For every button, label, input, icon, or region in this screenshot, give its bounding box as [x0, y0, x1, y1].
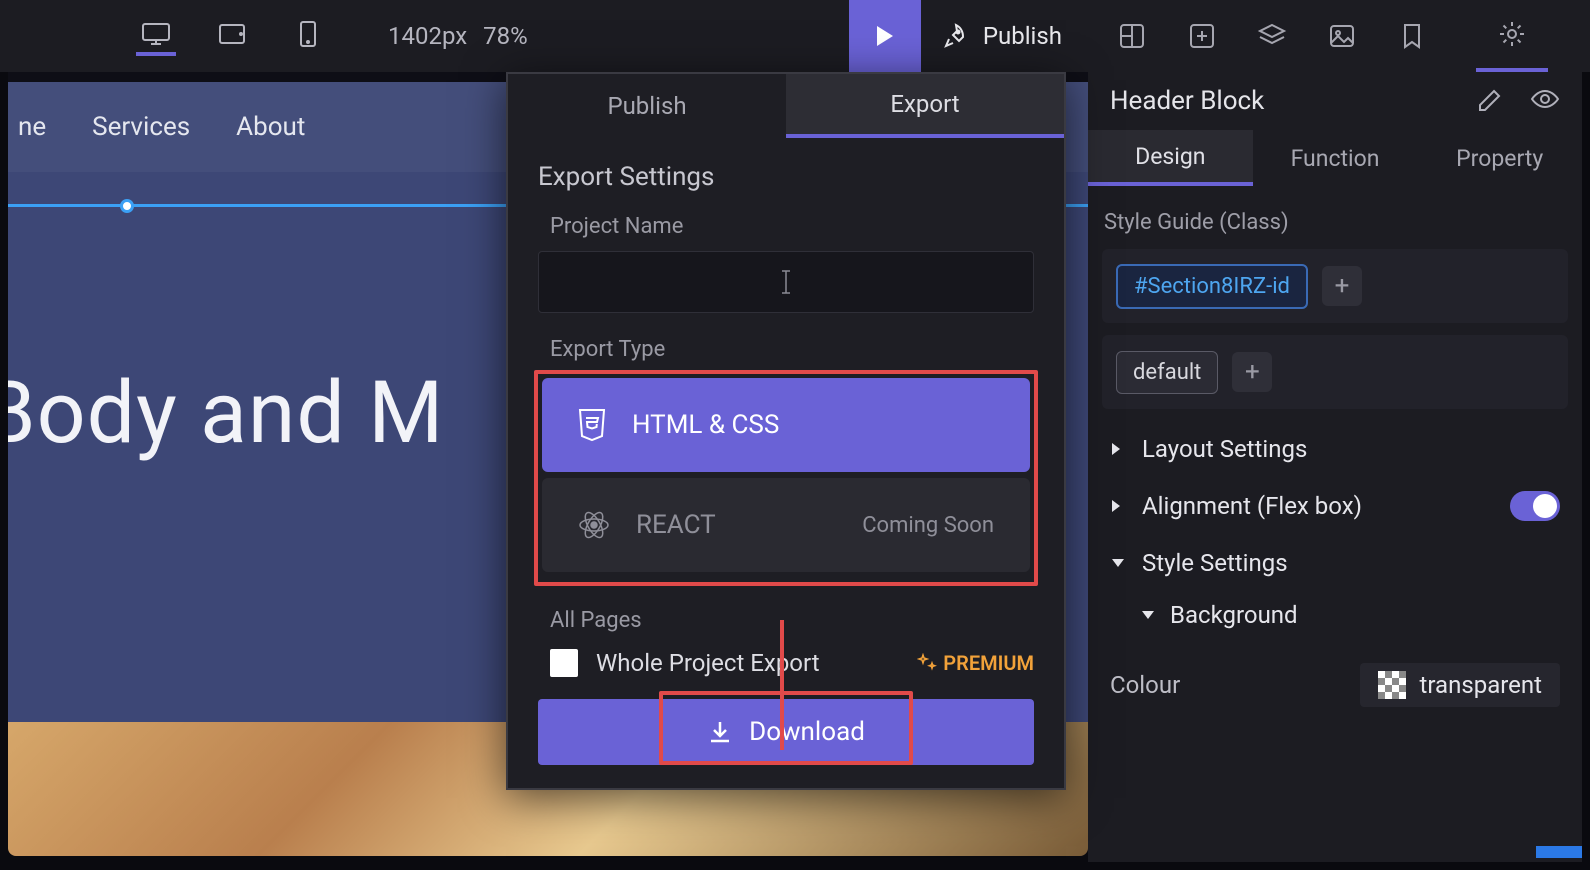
- layout-settings-accordion[interactable]: Layout Settings: [1102, 421, 1568, 477]
- settings-icon[interactable]: [1476, 0, 1548, 72]
- sparkle-icon: [917, 653, 937, 673]
- publish-label: Publish: [983, 22, 1062, 50]
- background-colour-row: Colour transparent: [1102, 639, 1568, 731]
- add-class-button[interactable]: +: [1322, 266, 1362, 306]
- style-settings-accordion[interactable]: Style Settings: [1102, 535, 1568, 591]
- colour-field[interactable]: transparent: [1360, 663, 1560, 707]
- edit-icon[interactable]: [1476, 88, 1502, 114]
- tab-function[interactable]: Function: [1253, 130, 1418, 186]
- react-icon: [576, 507, 612, 543]
- selection-handle[interactable]: [120, 199, 134, 213]
- download-button[interactable]: Download: [538, 699, 1034, 765]
- html5-icon: [576, 407, 608, 443]
- react-coming-soon-badge: Coming Soon: [862, 513, 994, 538]
- chevron-right-icon: [1110, 441, 1124, 457]
- whole-project-label: Whole Project Export: [596, 649, 820, 677]
- transparent-swatch-icon: [1378, 671, 1406, 699]
- device-tablet-button[interactable]: [212, 16, 252, 56]
- viewport-width: 1402px: [388, 22, 467, 50]
- popup-tabs: Publish Export: [508, 74, 1064, 138]
- annotation-connector: [780, 620, 784, 750]
- export-type-react-label: REACT: [636, 510, 716, 540]
- class-tag-box-1: #Section8IRZ-id +: [1102, 249, 1568, 323]
- text-cursor-icon: [778, 269, 794, 295]
- visibility-icon[interactable]: [1530, 88, 1560, 114]
- inspector-panel: Header Block Design Function Property St…: [1088, 72, 1582, 862]
- all-pages-label: All Pages: [550, 608, 1034, 633]
- background-accordion[interactable]: Background: [1102, 591, 1568, 639]
- chevron-down-icon: [1110, 557, 1124, 569]
- rocket-icon: [943, 23, 969, 49]
- alignment-toggle[interactable]: [1510, 491, 1560, 521]
- export-type-html-label: HTML & CSS: [632, 410, 779, 440]
- top-toolbar: 1402px 78% Publish: [0, 0, 1590, 72]
- hero-heading-fragment[interactable]: Body and M: [8, 362, 444, 463]
- right-toolbar: [1090, 0, 1574, 72]
- add-icon[interactable]: [1186, 20, 1218, 52]
- tab-design[interactable]: Design: [1088, 130, 1253, 186]
- publish-button[interactable]: Publish: [921, 0, 1090, 72]
- preview-button[interactable]: [849, 0, 921, 72]
- export-type-react-button: REACT Coming Soon: [542, 478, 1030, 572]
- tab-export[interactable]: Export: [786, 74, 1064, 138]
- style-guide-label: Style Guide (Class): [1104, 210, 1568, 235]
- inspector-tabs: Design Function Property: [1088, 130, 1582, 186]
- chevron-right-icon: [1110, 498, 1124, 514]
- download-label: Download: [749, 717, 865, 747]
- scroll-indicator: [1536, 846, 1582, 858]
- selected-block-title: Header Block: [1110, 86, 1460, 116]
- device-switcher: [136, 16, 328, 56]
- download-icon: [707, 719, 733, 745]
- image-icon[interactable]: [1326, 20, 1358, 52]
- nav-about[interactable]: About: [236, 112, 305, 142]
- zoom-level: 78%: [483, 22, 528, 50]
- add-class-button-2[interactable]: +: [1232, 352, 1272, 392]
- alignment-accordion[interactable]: Alignment (Flex box): [1102, 477, 1568, 535]
- section-id-tag[interactable]: #Section8IRZ-id: [1116, 264, 1308, 309]
- export-type-label: Export Type: [538, 337, 1034, 362]
- chevron-down-icon: [1140, 609, 1156, 621]
- premium-badge: PREMIUM: [917, 651, 1034, 675]
- export-type-html-button[interactable]: HTML & CSS: [542, 378, 1030, 472]
- device-desktop-button[interactable]: [136, 16, 176, 56]
- nav-services[interactable]: Services: [92, 112, 190, 142]
- project-name-input[interactable]: [538, 251, 1034, 313]
- tab-property[interactable]: Property: [1417, 130, 1582, 186]
- default-tag[interactable]: default: [1116, 351, 1218, 394]
- class-tag-box-2: default +: [1102, 335, 1568, 409]
- nav-home-partial[interactable]: ne: [18, 112, 46, 142]
- whole-project-row: Whole Project Export PREMIUM: [538, 649, 1034, 677]
- colour-label: Colour: [1110, 671, 1180, 699]
- layers-icon[interactable]: [1256, 20, 1288, 52]
- tab-publish[interactable]: Publish: [508, 74, 786, 138]
- bookmark-icon[interactable]: [1396, 20, 1428, 52]
- viewport-info: 1402px 78%: [388, 22, 528, 50]
- publish-export-popup: Publish Export Export Settings Project N…: [506, 72, 1066, 790]
- export-settings-heading: Export Settings: [538, 162, 1034, 192]
- whole-project-checkbox[interactable]: [550, 649, 578, 677]
- panels-icon[interactable]: [1116, 20, 1148, 52]
- colour-value: transparent: [1420, 671, 1542, 699]
- project-name-label: Project Name: [538, 214, 1034, 239]
- device-mobile-button[interactable]: [288, 16, 328, 56]
- export-type-group-highlight: HTML & CSS REACT Coming Soon: [534, 370, 1038, 586]
